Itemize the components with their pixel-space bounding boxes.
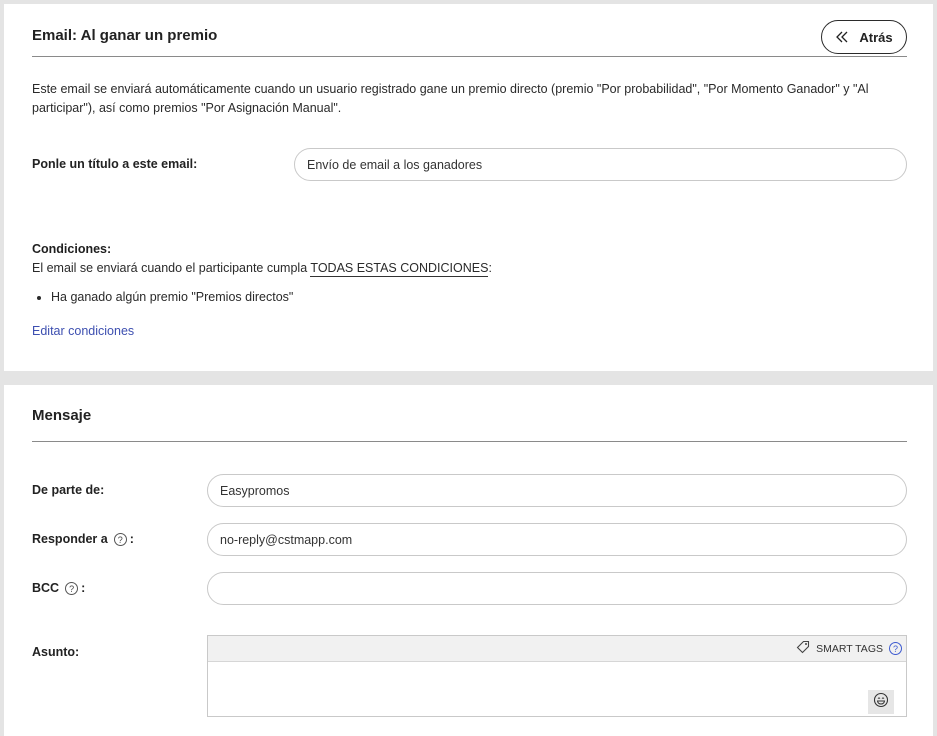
subject-editor-toolbar: SMART TAGS ?	[208, 636, 906, 662]
message-card: Mensaje De parte de: Responder a?: BCC?:…	[4, 385, 933, 736]
back-button[interactable]: Atrás	[821, 20, 907, 54]
question-circle-icon[interactable]: ?	[889, 642, 902, 655]
header-divider	[32, 56, 907, 57]
email-header: Email: Al ganar un premio Atrás	[32, 18, 907, 56]
reply-to-colon: :	[129, 532, 134, 546]
subject-label: Asunto:	[32, 645, 80, 659]
from-label: De parte de:	[32, 483, 105, 497]
email-settings-card: Email: Al ganar un premio Atrás Este ema…	[4, 4, 933, 371]
email-description: Este email se enviará automáticamente cu…	[32, 82, 869, 115]
edit-conditions-link[interactable]: Editar condiciones	[32, 324, 134, 338]
emoji-icon	[873, 692, 889, 713]
subject-editor[interactable]: SMART TAGS ?	[207, 635, 907, 717]
question-circle-icon[interactable]: ?	[65, 582, 79, 596]
conditions-text-suffix: :	[488, 261, 492, 275]
reply-to-input[interactable]	[207, 523, 907, 556]
from-input[interactable]	[207, 474, 907, 507]
conditions-text: El email se enviará cuando el participan…	[32, 261, 492, 277]
tag-icon	[796, 640, 810, 657]
question-circle-icon[interactable]: ?	[113, 533, 127, 547]
double-chevron-left-icon	[835, 30, 849, 44]
message-divider	[32, 441, 907, 442]
conditions-list: Ha ganado algún premio "Premios directos…	[51, 290, 293, 304]
reply-to-label: Responder a?:	[32, 532, 134, 547]
conditions-text-prefix: El email se enviará cuando el participan…	[32, 261, 311, 275]
bcc-colon: :	[81, 581, 86, 595]
bcc-label-text: BCC	[32, 581, 60, 595]
emoji-button[interactable]	[868, 690, 894, 714]
title-field-label: Ponle un título a este email:	[32, 157, 198, 171]
back-button-label: Atrás	[859, 29, 893, 45]
smart-tags-button[interactable]: SMART TAGS	[796, 640, 883, 657]
conditions-emphasis: TODAS ESTAS CONDICIONES	[310, 261, 489, 277]
condition-item: Ha ganado algún premio "Premios directos…	[51, 290, 293, 304]
page-title: Email: Al ganar un premio	[32, 27, 218, 44]
bcc-input[interactable]	[207, 572, 907, 605]
email-title-input[interactable]	[294, 148, 907, 181]
smart-tags-label: SMART TAGS	[816, 642, 883, 655]
message-section-title: Mensaje	[32, 407, 92, 424]
conditions-title: Condiciones:	[32, 242, 112, 256]
reply-to-label-text: Responder a	[32, 532, 108, 546]
bcc-label: BCC?:	[32, 581, 86, 596]
